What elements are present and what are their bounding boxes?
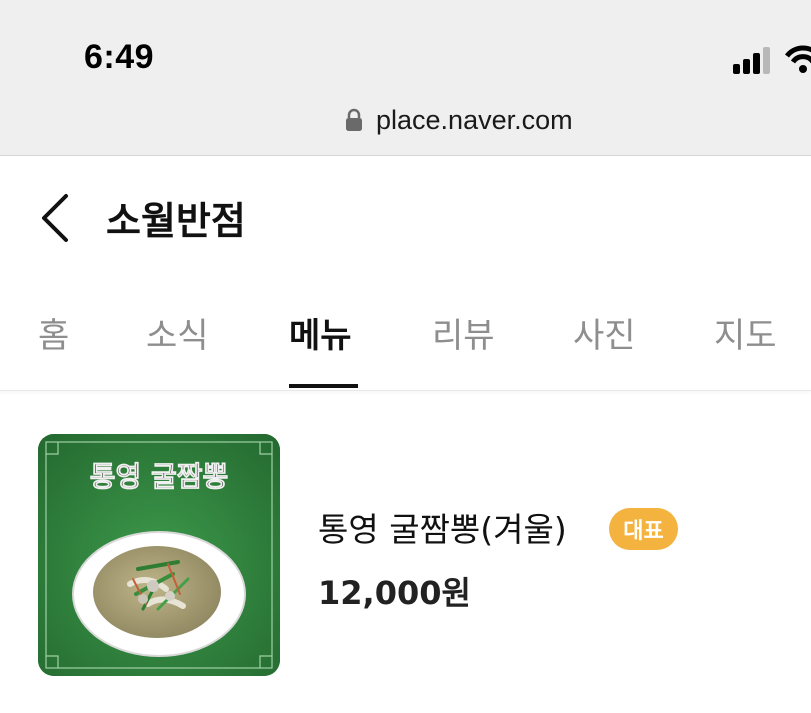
menu-item-price: 12,000원	[318, 574, 471, 612]
active-tab-indicator	[289, 384, 358, 388]
place-header: 소월반점	[0, 156, 811, 276]
lock-icon	[346, 108, 362, 131]
signature-badge: 대표	[609, 508, 678, 550]
menu-item-image-text: 통영 굴짬뽕	[90, 460, 229, 493]
menu-item-image: 통영 굴짬뽕	[38, 434, 280, 676]
tab-reviews[interactable]: 리뷰	[432, 308, 495, 357]
status-time: 6:49	[84, 38, 155, 76]
browser-top-bar: 6:49 place.naver.com	[0, 0, 811, 156]
tab-map[interactable]: 지도	[714, 308, 777, 357]
tab-news[interactable]: 소식	[146, 308, 209, 357]
tab-photos[interactable]: 사진	[573, 308, 636, 357]
cellular-signal-icon	[733, 47, 770, 74]
back-arrow-icon[interactable]	[36, 190, 76, 246]
wifi-icon	[785, 45, 811, 73]
page-title: 소월반점	[106, 199, 246, 243]
menu-item[interactable]: 통영 굴짬뽕 통영 굴짬뽕(겨울) 대표 12,000원	[0, 391, 811, 713]
url-text: place.naver.com	[376, 104, 573, 135]
address-bar[interactable]: place.naver.com	[344, 100, 573, 140]
menu-item-name: 통영 굴짬뽕(겨울)	[318, 510, 567, 549]
tab-bar: 홈 소식 메뉴 리뷰 사진 지도	[0, 276, 811, 391]
tab-menu[interactable]: 메뉴	[289, 308, 352, 357]
tab-home[interactable]: 홈	[38, 308, 69, 357]
